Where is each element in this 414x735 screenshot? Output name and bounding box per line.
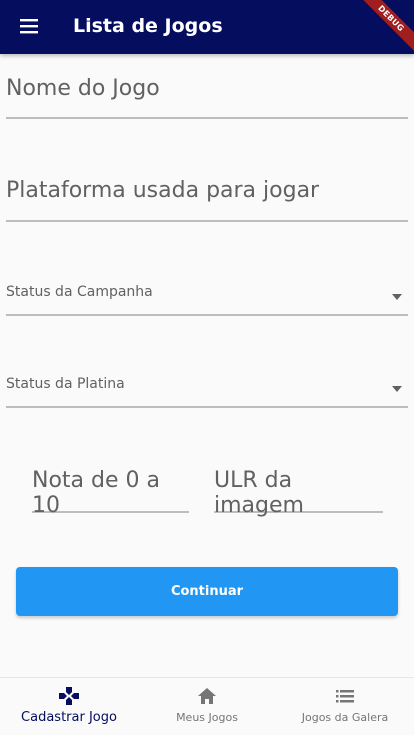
list-icon — [334, 686, 356, 706]
menu-icon[interactable] — [18, 16, 40, 36]
debug-banner: DEBUG — [354, 0, 414, 60]
page-title: Lista de Jogos — [73, 15, 223, 37]
game-name-field[interactable]: Nome do Jogo — [6, 76, 408, 119]
image-url-field[interactable]: ULR da imagem — [214, 468, 383, 518]
score-placeholder: Nota de 0 a 10 — [32, 468, 160, 518]
nav-item-label: Jogos da Galera — [301, 711, 389, 724]
campaign-status-label: Status da Campanha — [6, 284, 153, 300]
nav-item-cadastrar-jogo[interactable]: Cadastrar Jogo — [0, 678, 138, 735]
nav-item-meus-jogos[interactable]: Meus Jogos — [138, 678, 276, 735]
game-name-placeholder: Nome do Jogo — [6, 76, 160, 101]
nav-item-label: Meus Jogos — [176, 711, 238, 724]
score-field[interactable]: Nota de 0 a 10 — [32, 468, 189, 518]
home-icon — [196, 686, 218, 706]
platform-field[interactable]: Plataforma usada para jogar — [6, 178, 408, 222]
debug-banner-label: DEBUG — [354, 0, 414, 55]
image-url-placeholder: ULR da imagem — [214, 468, 304, 518]
continue-button[interactable]: Continuar — [16, 567, 398, 616]
bottom-navigation: Cadastrar Jogo Meus Jogos Jogos da Galer… — [0, 677, 414, 735]
continue-button-label: Continuar — [170, 584, 244, 599]
app-bar: Lista de Jogos DEBUG — [0, 0, 414, 55]
platinum-status-dropdown[interactable]: Status da Platina — [6, 376, 408, 408]
campaign-status-dropdown[interactable]: Status da Campanha — [6, 284, 408, 316]
gamepad-icon — [58, 686, 80, 706]
platinum-status-label: Status da Platina — [6, 376, 125, 392]
platform-placeholder: Plataforma usada para jogar — [6, 178, 320, 203]
nav-item-label: Cadastrar Jogo — [21, 710, 117, 725]
dropdown-arrow-icon — [392, 294, 402, 300]
dropdown-arrow-icon — [392, 386, 402, 392]
nav-item-jogos-da-galera[interactable]: Jogos da Galera — [276, 678, 414, 735]
